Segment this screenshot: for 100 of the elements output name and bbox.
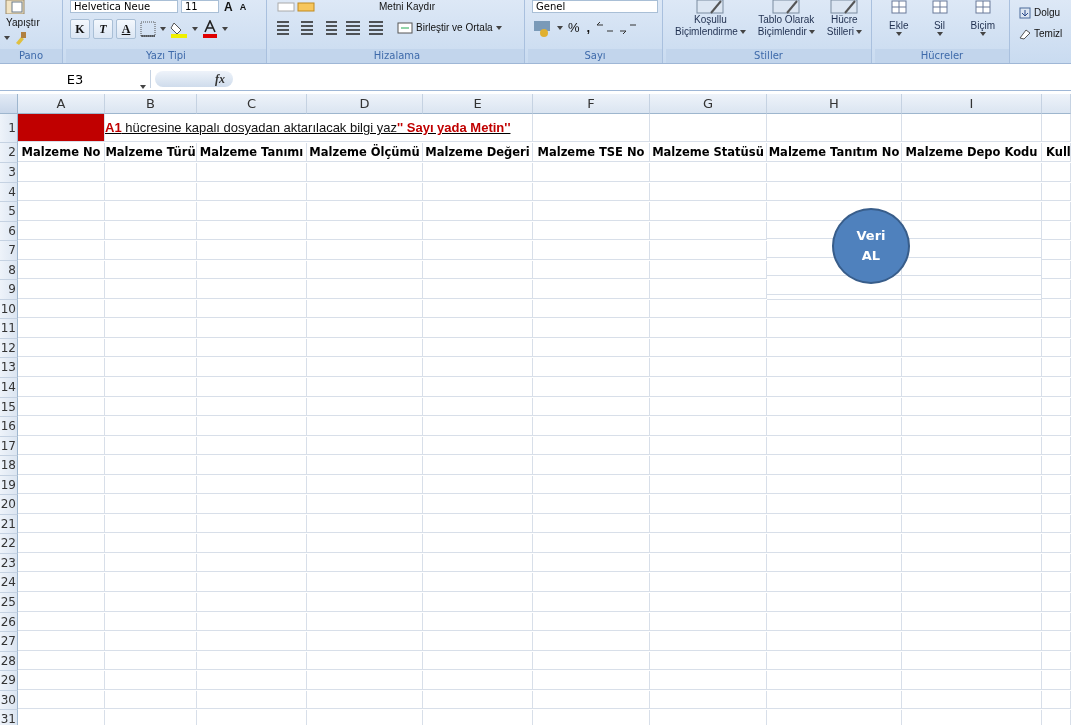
- table-cell[interactable]: [18, 182, 105, 202]
- table-cell[interactable]: [197, 436, 307, 456]
- table-cell[interactable]: [650, 436, 767, 456]
- table-cell[interactable]: [1042, 671, 1071, 690]
- table-cell[interactable]: [307, 612, 423, 632]
- table-cell[interactable]: [1042, 456, 1071, 475]
- table-cell[interactable]: [1042, 593, 1071, 612]
- table-cell[interactable]: [1042, 358, 1071, 377]
- table-cell[interactable]: [307, 475, 423, 495]
- table-cell[interactable]: [105, 495, 197, 514]
- paste-button[interactable]: Yapıştır: [4, 16, 42, 29]
- table-cell[interactable]: [197, 651, 307, 671]
- column-header[interactable]: E: [423, 94, 533, 114]
- table-cell[interactable]: [902, 651, 1042, 671]
- row-header[interactable]: 3: [0, 163, 18, 183]
- table-cell[interactable]: [1042, 612, 1071, 632]
- table-cell[interactable]: [18, 280, 105, 299]
- table-cell[interactable]: [18, 612, 105, 632]
- merge-icon[interactable]: [397, 22, 413, 34]
- table-cell[interactable]: [197, 514, 307, 534]
- row-header[interactable]: 24: [0, 573, 18, 594]
- table-cell[interactable]: [650, 260, 767, 280]
- table-cell[interactable]: [533, 241, 650, 260]
- table-cell[interactable]: [105, 163, 197, 182]
- table-cell[interactable]: [105, 221, 197, 241]
- table-cell[interactable]: [1042, 534, 1071, 553]
- table-cell[interactable]: [18, 651, 105, 671]
- table-cell[interactable]: [902, 182, 1042, 202]
- table-cell[interactable]: [307, 280, 423, 299]
- editing-button[interactable]: Temizl: [1017, 27, 1069, 40]
- table-cell[interactable]: [423, 182, 533, 202]
- table-cell[interactable]: [423, 495, 533, 514]
- table-cell[interactable]: [423, 690, 533, 710]
- table-cell[interactable]: [902, 456, 1042, 475]
- table-cell[interactable]: [197, 612, 307, 632]
- table-cell[interactable]: [18, 495, 105, 514]
- wrap-text-button[interactable]: Metni Kaydır: [377, 0, 438, 13]
- table-cell[interactable]: [902, 573, 1042, 593]
- table-cell[interactable]: [307, 163, 423, 182]
- table-cell[interactable]: [1042, 495, 1071, 514]
- table-style-icon[interactable]: [829, 0, 860, 14]
- row-header[interactable]: 26: [0, 612, 18, 633]
- table-cell[interactable]: [105, 651, 197, 671]
- table-cell[interactable]: [533, 632, 650, 651]
- table-cell[interactable]: [650, 612, 767, 632]
- table-cell[interactable]: [307, 260, 423, 280]
- table-cell[interactable]: [1042, 221, 1071, 241]
- table-cell[interactable]: [105, 436, 197, 456]
- table-cell[interactable]: [1042, 475, 1071, 495]
- table-cell[interactable]: [902, 593, 1042, 612]
- merge-center-button[interactable]: Birleştir ve Ortala: [395, 21, 504, 35]
- outdent-icon[interactable]: [366, 19, 386, 37]
- table-cell[interactable]: [307, 241, 423, 260]
- table-cell[interactable]: [105, 690, 197, 710]
- grid-icon[interactable]: [889, 0, 908, 14]
- table-cell[interactable]: [423, 573, 533, 593]
- table-cell[interactable]: [767, 319, 902, 338]
- underline-button[interactable]: A: [116, 19, 136, 39]
- table-cell[interactable]: [650, 593, 767, 612]
- table-cell[interactable]: [767, 514, 902, 534]
- table-cell[interactable]: [18, 358, 105, 377]
- table-cell[interactable]: [650, 319, 767, 338]
- table-cell[interactable]: [423, 241, 533, 260]
- table-cell[interactable]: [423, 338, 533, 358]
- table-cell[interactable]: [767, 671, 902, 690]
- table-cell[interactable]: [533, 397, 650, 417]
- cells-button[interactable]: Sil: [928, 0, 951, 49]
- table-cell[interactable]: [767, 182, 902, 202]
- table-cell[interactable]: [307, 456, 423, 475]
- table-cell[interactable]: [197, 378, 307, 397]
- table-cell[interactable]: [767, 358, 902, 377]
- table-cell[interactable]: [902, 358, 1042, 377]
- table-cell[interactable]: [18, 553, 105, 573]
- table-cell[interactable]: [197, 456, 307, 475]
- table-cell[interactable]: [902, 378, 1042, 397]
- row-header[interactable]: 28: [0, 651, 18, 672]
- table-cell[interactable]: [1042, 260, 1071, 280]
- table-cell[interactable]: [767, 573, 902, 593]
- table-cell[interactable]: [533, 280, 650, 299]
- table-cell[interactable]: [105, 299, 197, 319]
- table-cell[interactable]: [902, 299, 1042, 319]
- align-top-icon[interactable]: [274, 0, 318, 13]
- table-cell[interactable]: [307, 202, 423, 221]
- table-cell[interactable]: [197, 182, 307, 202]
- table-cell[interactable]: [197, 495, 307, 514]
- table-cell[interactable]: [767, 436, 902, 456]
- table-cell[interactable]: [197, 221, 307, 241]
- table-cell[interactable]: [650, 573, 767, 593]
- table-cell[interactable]: [650, 163, 767, 182]
- table-cell[interactable]: [767, 593, 902, 612]
- number-format-field[interactable]: Genel: [532, 0, 658, 13]
- table-cell[interactable]: [533, 690, 650, 710]
- table-cell[interactable]: [307, 690, 423, 710]
- table-cell[interactable]: [533, 514, 650, 534]
- table-cell[interactable]: [533, 338, 650, 358]
- styles-button[interactable]: Tablo Olarak Biçimlendir: [755, 0, 817, 49]
- table-cell[interactable]: [197, 573, 307, 593]
- fill-bucket-icon[interactable]: [169, 20, 189, 38]
- font-name-field[interactable]: Helvetica Neue: [70, 0, 178, 13]
- table-cell[interactable]: [1042, 651, 1071, 671]
